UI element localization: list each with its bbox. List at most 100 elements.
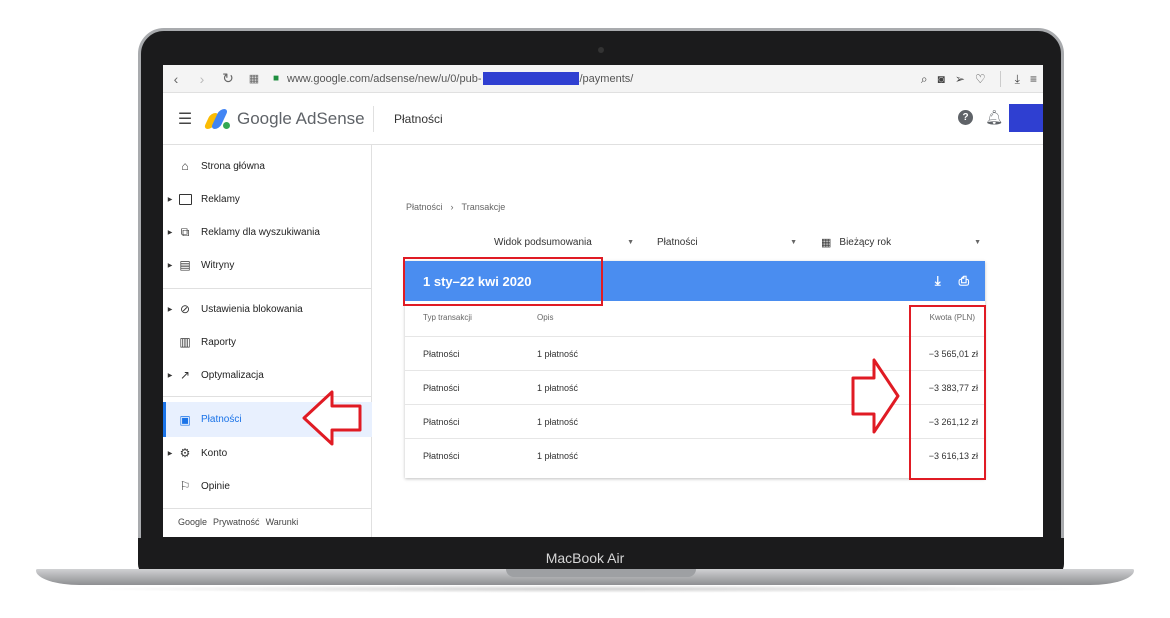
download-icon[interactable]: ⤓ (935, 273, 941, 289)
page-title: Płatności (394, 111, 443, 126)
sidebar-item-sites[interactable]: ▶ ▤ Witryny (163, 248, 372, 282)
expand-arrow-icon: ▶ (167, 196, 173, 203)
sidebar-item-home[interactable]: ⌂ Strona główna (163, 149, 372, 183)
feedback-icon: ⚐ (179, 479, 191, 493)
download-icon[interactable]: ⤓ (1015, 72, 1020, 87)
right-arrow-annotation (851, 358, 900, 434)
card-tools: ⤓ ⎙ (935, 273, 969, 289)
sites-icon: ▤ (179, 258, 191, 272)
sidebar-item-label: Ustawienia blokowania (201, 303, 303, 315)
column-header-description: Opis (537, 313, 554, 322)
breadcrumb-separator: › (450, 202, 454, 212)
view-dropdown[interactable]: Widok podsumowania ▼ (494, 233, 634, 251)
sidebar-item-search-ads[interactable]: ▶ ⧉ Reklamy dla wyszukiwania (163, 215, 372, 249)
column-header-type: Typ transakcji (423, 313, 472, 322)
period-dropdown-value: Bieżący rok (839, 236, 892, 248)
model-label: MacBook Air (545, 550, 625, 566)
row-type: Płatności (423, 383, 460, 393)
expand-arrow-icon: ▶ (167, 262, 173, 269)
row-description-link[interactable]: 1 płatność (537, 349, 578, 359)
ads-icon (177, 191, 193, 207)
sidebar-divider (163, 288, 372, 289)
adsense-logo[interactable]: Google AdSense (203, 108, 373, 129)
search-icon[interactable]: ⌕ (921, 72, 928, 87)
reports-icon: ▥ (179, 335, 191, 349)
sidebar-item-blocking[interactable]: ▶ ⊘ Ustawienia blokowania (163, 292, 372, 326)
toolbar-divider (999, 71, 1001, 87)
view-dropdown-value: Widok podsumowania (494, 236, 592, 248)
expand-arrow-icon: ▶ (167, 450, 173, 457)
chevron-down-icon: ▼ (790, 238, 797, 246)
type-dropdown-value: Płatności (657, 236, 698, 248)
block-icon: ⊘ (179, 302, 191, 316)
payments-icon: ▣ (179, 412, 191, 427)
period-dropdown[interactable]: ▦ Bieżący rok ▼ (821, 233, 981, 251)
laptop-shadow (70, 585, 1100, 593)
row-description-link[interactable]: 1 płatność (537, 383, 578, 393)
gear-icon: ⚙ (179, 446, 191, 460)
redaction-block (482, 72, 579, 85)
type-dropdown[interactable]: Płatności ▼ (657, 233, 797, 251)
trending-icon: ↗ (179, 368, 191, 382)
header-divider (373, 105, 374, 132)
send-icon[interactable]: ➢ (955, 72, 965, 86)
expand-arrow-icon: ▶ (167, 229, 173, 236)
breadcrumb-root-link[interactable]: Płatności (406, 202, 443, 212)
sidebar-item-feedback[interactable]: ⚐ Opinie (163, 469, 372, 503)
url-suffix: /payments/ (579, 72, 634, 85)
breadcrumb: Płatności › Transakcje (406, 202, 505, 212)
browser-toolbar: ‹ › ↻ ▦ ■ www.google.com/adsense/new/u/0… (163, 65, 1043, 93)
sidebar-item-label: Strona główna (201, 160, 265, 172)
sidebar-item-label: Konto (201, 447, 228, 459)
browser-actions: ⌕ ◙ ➢ ♡ ⤓ ≡ (921, 65, 1037, 93)
footer-terms-link[interactable]: Warunki (266, 517, 299, 527)
expand-arrow-icon: ▶ (167, 372, 173, 379)
row-type: Płatności (423, 349, 460, 359)
sidebar-divider (163, 508, 372, 509)
sidebar-item-label: Płatności (201, 414, 242, 425)
bell-icon[interactable]: 🔔︎ (985, 109, 1003, 126)
adsense-logo-icon (203, 108, 231, 129)
app-header: ☰ Google AdSense Płatności ? 🔔︎ (163, 93, 1043, 145)
home-icon: ⌂ (181, 159, 189, 173)
chevron-down-icon: ▼ (627, 238, 634, 246)
sidebar-item-label: Optymalizacja (201, 369, 264, 381)
lock-icon: ■ (273, 73, 280, 84)
sidebar-item-label: Witryny (201, 259, 235, 271)
row-type: Płatności (423, 451, 460, 461)
back-icon[interactable]: ‹ (163, 71, 189, 87)
amount-column-highlight (909, 305, 986, 480)
hamburger-menu-icon[interactable]: ☰ (163, 109, 207, 129)
sidebar-item-reports[interactable]: ▥ Raporty (163, 325, 372, 359)
address-bar[interactable]: www.google.com/adsense/new/u/0/pub- /pay… (287, 72, 633, 85)
heart-icon[interactable]: ♡ (975, 72, 986, 86)
row-description-link[interactable]: 1 płatność (537, 451, 578, 461)
menu-icon[interactable]: ≡ (1030, 72, 1037, 86)
reload-icon[interactable]: ↻ (215, 70, 241, 87)
footer-google: Google (178, 517, 208, 527)
avatar[interactable] (1009, 104, 1043, 132)
row-description-link[interactable]: 1 płatność (537, 417, 578, 427)
sidebar: ⌂ Strona główna ▶ Reklamy ▶ ⧉ Reklamy dl… (163, 145, 372, 537)
url-prefix: www.google.com/adsense/new/u/0/pub- (287, 72, 482, 85)
sidebar-item-label: Reklamy (201, 193, 240, 205)
breadcrumb-current: Transakcje (461, 202, 506, 212)
sidebar-item-ads[interactable]: ▶ Reklamy (163, 182, 372, 216)
camera (598, 47, 604, 53)
row-type: Płatności (423, 417, 460, 427)
stage: MacBook Air ‹ › ↻ ▦ ■ www.google.com/ads… (0, 0, 1170, 618)
sidebar-item-optimization[interactable]: ▶ ↗ Optymalizacja (163, 358, 372, 392)
sidebar-item-label: Raporty (201, 336, 237, 348)
camera-icon[interactable]: ◙ (938, 72, 945, 86)
footer-privacy-link[interactable]: Prywatność (213, 517, 260, 527)
forward-icon[interactable]: › (189, 71, 215, 87)
sidebar-item-label: Reklamy dla wyszukiwania (201, 226, 320, 238)
laptop-notch (506, 569, 696, 577)
sidebar-item-label: Opinie (201, 480, 230, 492)
table-row[interactable]: Płatności 1 płatność −3 616,13 zł (405, 438, 985, 472)
help-icon[interactable]: ? (958, 110, 973, 125)
sidebar-footer: Google Prywatność Warunki (178, 517, 298, 527)
apps-grid-icon[interactable]: ▦ (241, 72, 267, 85)
logo-text: Google AdSense (237, 108, 365, 128)
print-icon[interactable]: ⎙ (959, 273, 969, 289)
